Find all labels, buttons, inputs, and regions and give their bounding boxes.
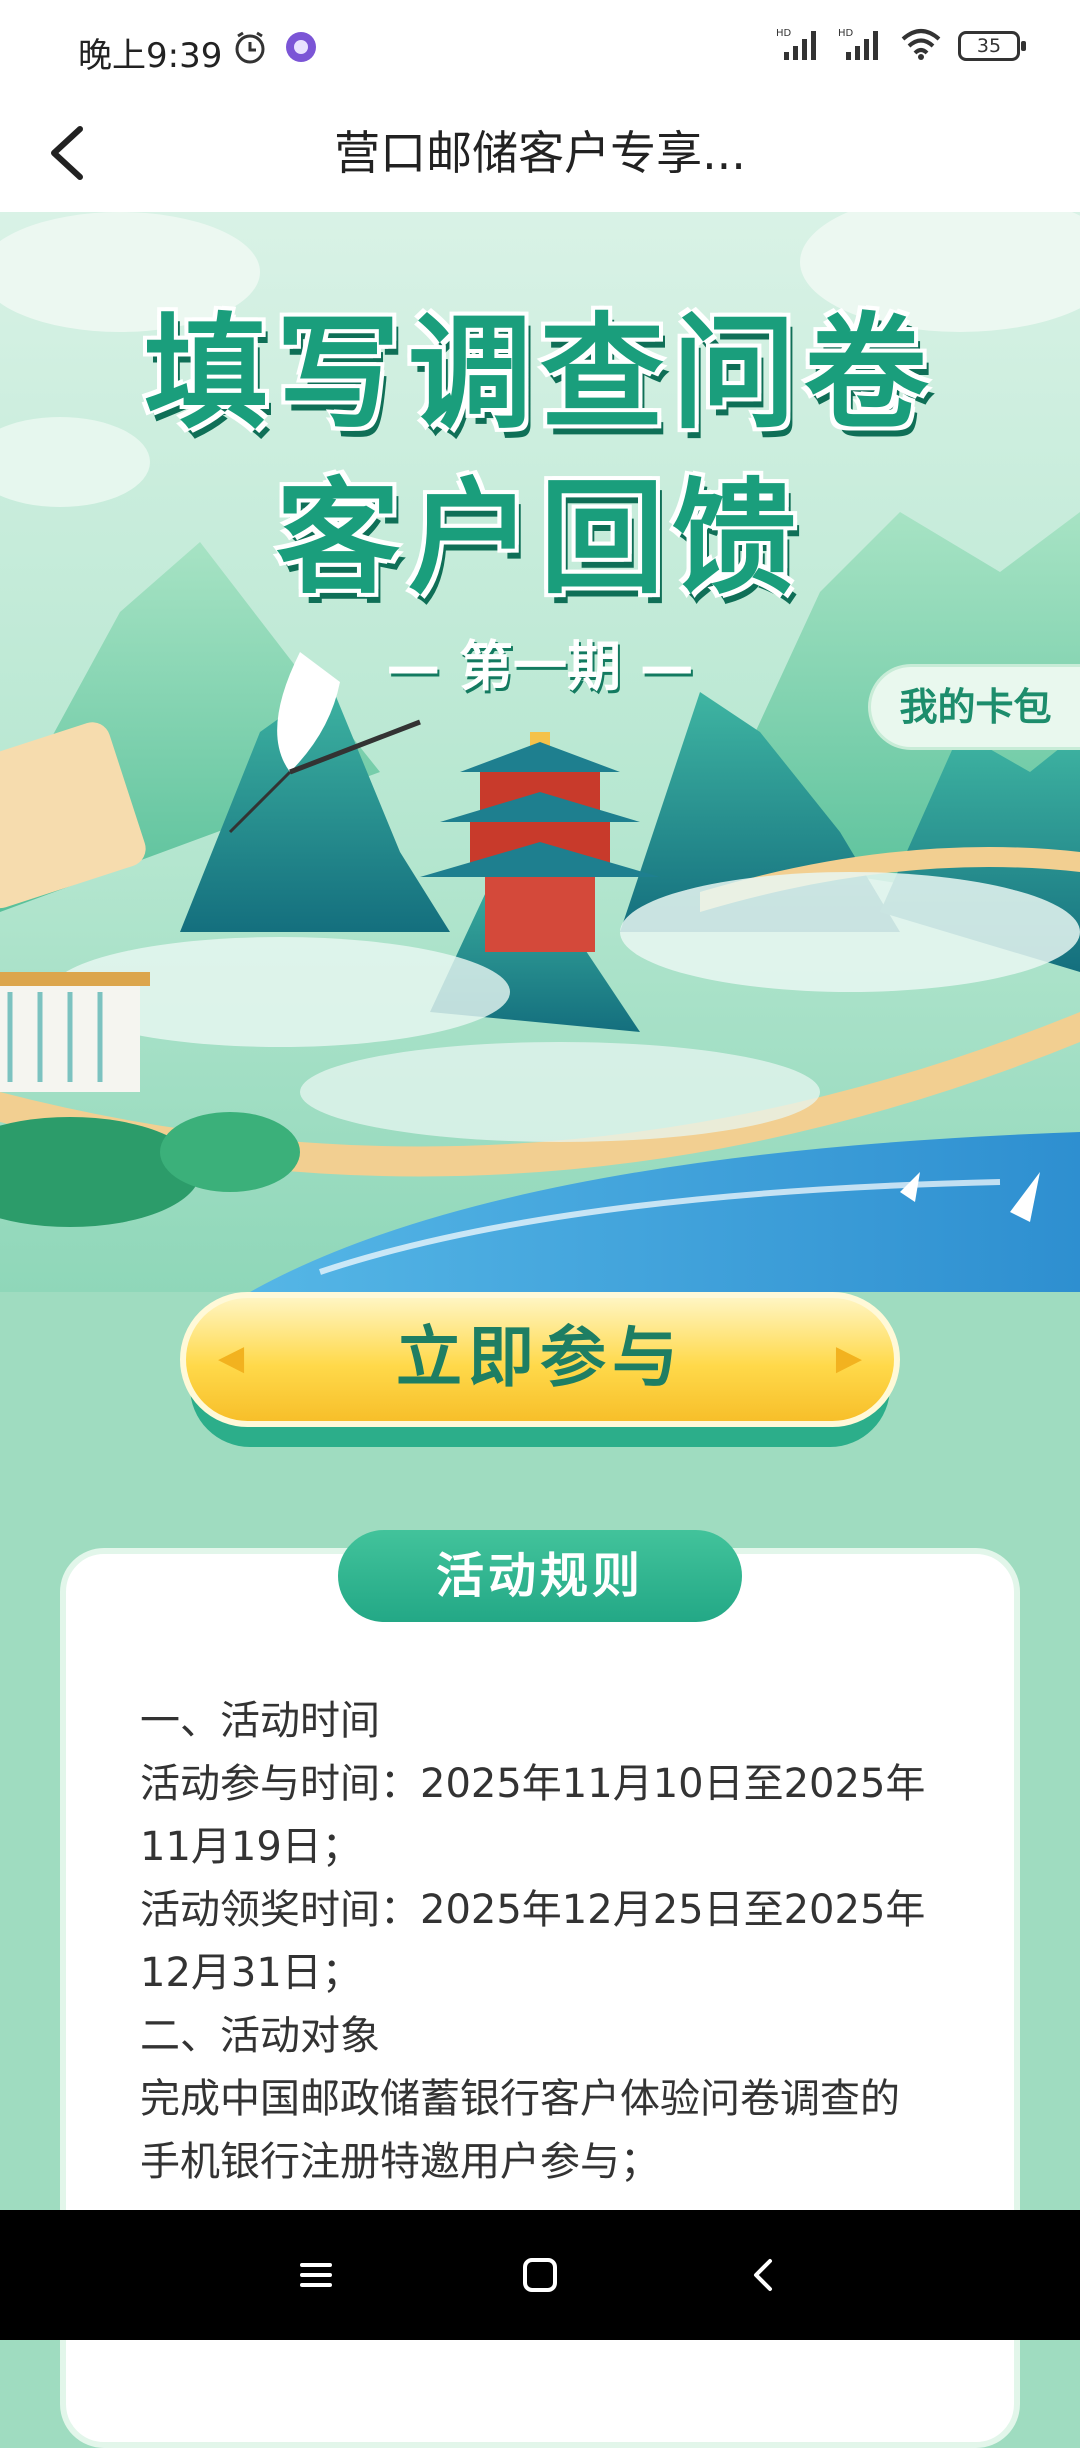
hero-banner: 填写调查问卷 客户回馈 — 第一期 — 我的卡包 bbox=[0, 212, 1080, 1292]
page-title: 营口邮储客户专享... bbox=[334, 126, 746, 180]
rules-line: 完成中国邮政储蓄银行客户体验问卷调查的 bbox=[140, 2076, 900, 2122]
my-wallet-button[interactable]: 我的卡包 bbox=[868, 664, 1080, 750]
hero-title-line1: 填写调查问卷 bbox=[143, 302, 936, 446]
title-bar: 营口邮储客户专享... bbox=[0, 95, 1080, 213]
rules-line: 一、活动时间 bbox=[140, 1698, 380, 1744]
right-arrow-decoration-icon: ▶ bbox=[835, 1338, 862, 1378]
rules-line: 12月31日； bbox=[140, 1950, 362, 1996]
status-time: 晚上9:39 bbox=[78, 36, 223, 76]
left-arrow-decoration-icon: ◀ bbox=[218, 1338, 245, 1378]
rules-text: 一、活动时间 活动参与时间：2025年11月10日至2025年 11月19日； … bbox=[140, 1690, 970, 2194]
join-now-button[interactable]: 立即参与 bbox=[180, 1292, 900, 1427]
back-button[interactable] bbox=[30, 113, 110, 193]
app-notification-icon bbox=[284, 30, 318, 68]
rules-line: 活动参与时间：2025年11月10日至2025年 bbox=[140, 1761, 926, 1807]
alarm-icon bbox=[232, 30, 268, 70]
back-triangle-icon bbox=[754, 2259, 772, 2291]
system-back-button[interactable] bbox=[734, 2245, 794, 2305]
rules-line: 手机银行注册特邀用户参与； bbox=[140, 2139, 660, 2185]
join-now-label: 立即参与 bbox=[396, 1319, 684, 1396]
home-square-icon bbox=[523, 2258, 557, 2292]
system-navigation-bar bbox=[0, 2210, 1080, 2340]
hero-title-line2: 客户回馈 bbox=[275, 467, 804, 611]
hd-signal-icon: HD bbox=[838, 26, 884, 66]
status-bar: 晚上9:39 HD HD 35 bbox=[0, 0, 1080, 95]
status-icons: HD HD 35 bbox=[776, 24, 1026, 68]
battery-level: 35 bbox=[976, 35, 1002, 57]
rules-line: 活动领奖时间：2025年12月25日至2025年 bbox=[140, 1887, 926, 1933]
battery-icon: 35 bbox=[958, 31, 1026, 61]
svg-text:HD: HD bbox=[838, 28, 854, 39]
join-button-wrapper: 立即参与 ◀ ▶ bbox=[180, 1292, 900, 1462]
menu-button[interactable] bbox=[286, 2245, 346, 2305]
home-button[interactable] bbox=[510, 2245, 570, 2305]
rules-line: 二、活动对象 bbox=[140, 2013, 380, 2059]
svg-text:HD: HD bbox=[776, 28, 792, 39]
menu-icon bbox=[300, 2263, 332, 2287]
rules-line: 11月19日； bbox=[140, 1824, 362, 1870]
chevron-left-icon bbox=[51, 126, 83, 180]
wifi-icon bbox=[900, 27, 942, 65]
rules-tab-label: 活动规则 bbox=[338, 1530, 742, 1622]
hd-signal-icon: HD bbox=[776, 26, 822, 66]
